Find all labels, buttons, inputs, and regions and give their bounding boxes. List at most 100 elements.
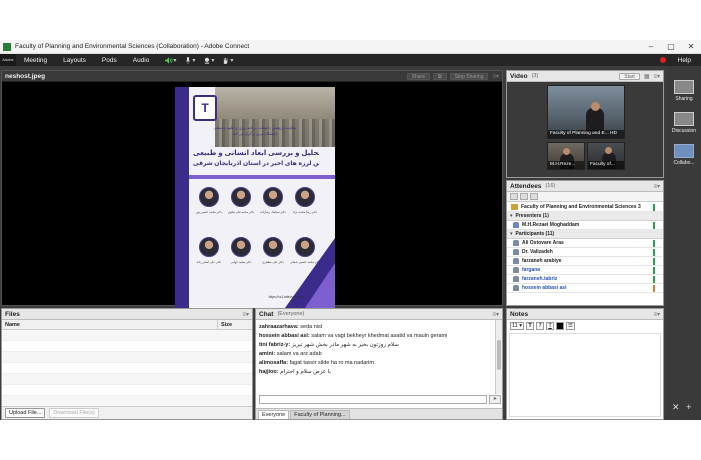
city-photo bbox=[215, 87, 335, 147]
adobe-connect-window: Faculty of Planning and Environmental Sc… bbox=[0, 0, 701, 460]
pod-options-icon[interactable]: ≡▾ bbox=[242, 311, 249, 318]
participant-icon bbox=[513, 276, 519, 282]
adobe-logo: Adobe bbox=[0, 54, 16, 66]
column-header-size[interactable]: Size bbox=[218, 322, 232, 328]
participant-icon bbox=[513, 258, 519, 264]
participant-icon bbox=[513, 267, 519, 273]
chat-sender: zahraazarhava: bbox=[259, 324, 299, 330]
tools-icon[interactable]: ✕ bbox=[672, 402, 680, 412]
upload-file-button[interactable]: Upload File... bbox=[5, 408, 46, 418]
fullscreen-icon[interactable]: ⧉ bbox=[432, 72, 447, 80]
speaker-icon bbox=[165, 56, 173, 64]
files-pod: Files ≡▾ Name Size Upload File... Downlo… bbox=[1, 308, 253, 420]
attendee-row[interactable]: M.H.Rezaei Moghaddam bbox=[507, 221, 663, 230]
speaker-photo bbox=[199, 237, 219, 257]
notes-pod-title: Notes bbox=[510, 310, 529, 318]
italic-button[interactable]: T bbox=[536, 321, 544, 330]
participants-list: Ali Ostovare Aras Dr. Valizadeh farzaneh a… bbox=[507, 239, 663, 293]
video-pod: Video (3) Start ▦ ≡▾ Faculty of Planning… bbox=[506, 70, 664, 178]
chat-input[interactable] bbox=[259, 395, 487, 404]
help-menu[interactable]: Help bbox=[678, 57, 691, 64]
menu-meeting[interactable]: Meeting bbox=[16, 57, 55, 64]
table-row bbox=[2, 385, 252, 396]
attendee-row[interactable]: hossein abbasi asl bbox=[507, 284, 663, 293]
video-tile-main[interactable]: Faculty of Planning and E... HD bbox=[547, 85, 625, 139]
minimize-button[interactable]: – bbox=[641, 42, 661, 51]
bullet-list-icon[interactable]: ☰ bbox=[566, 321, 575, 330]
column-header-name[interactable]: Name bbox=[2, 320, 218, 329]
chat-messages: zahraazarhava: seda nist hossein abbasi a… bbox=[256, 320, 496, 392]
speaker-photo bbox=[231, 237, 251, 257]
chat-sender: tini fabriz-y: bbox=[259, 342, 291, 348]
share-content-area: T معاونت پژوهش دانشکده برنامه ریزی و علو… bbox=[2, 82, 502, 308]
attendee-list: Faculty of Planning and Environmental Sc… bbox=[507, 203, 663, 305]
attendee-row[interactable]: farzaneh.tabriz bbox=[507, 275, 663, 284]
chat-text: fagat tasvir silde ha ro ma nadarim bbox=[288, 360, 374, 366]
pod-options-icon[interactable]: ≡▾ bbox=[492, 73, 499, 80]
notes-pod-header: Notes ≡▾ bbox=[507, 309, 663, 320]
font-size-select[interactable]: 11 ▾ bbox=[510, 321, 524, 330]
layout-sharing[interactable]: Sharing bbox=[670, 80, 698, 102]
menu-bar: Adobe Meeting Layouts Pods Audio ▾ ▾ ▾ ▾… bbox=[0, 54, 701, 66]
chat-scrollbar[interactable] bbox=[495, 320, 502, 394]
attendee-row[interactable]: fargana bbox=[507, 266, 663, 275]
send-icon[interactable]: ➤ bbox=[489, 395, 501, 404]
breakout-icon[interactable] bbox=[530, 193, 538, 200]
pod-options-icon[interactable]: ≡▾ bbox=[653, 311, 660, 318]
bold-button[interactable]: T bbox=[526, 321, 534, 330]
download-file-button[interactable]: Download File(s) bbox=[49, 408, 99, 418]
start-webcam-button[interactable]: Start bbox=[619, 72, 640, 80]
tab-everyone[interactable]: Everyone bbox=[258, 410, 290, 419]
layout-collaboration[interactable]: Collabo... bbox=[670, 144, 698, 166]
files-footer: Upload File... Download File(s) bbox=[2, 406, 252, 419]
presenters-group[interactable]: ▾ Presenters (1) bbox=[507, 212, 663, 221]
menu-pods[interactable]: Pods bbox=[94, 57, 125, 64]
speaker-control[interactable]: ▾ bbox=[165, 56, 176, 64]
speaker-name: دکتر علی اصغر زاده bbox=[196, 260, 222, 264]
pod-options-icon[interactable]: ≡▾ bbox=[653, 183, 660, 190]
webcam-control[interactable]: ▾ bbox=[203, 57, 214, 64]
chat-text: salam va arz adab bbox=[275, 351, 322, 357]
scrollbar-thumb[interactable] bbox=[497, 340, 501, 370]
tab-private-faculty[interactable]: Faculty of Planning... bbox=[290, 410, 350, 419]
close-button[interactable]: ✕ bbox=[681, 42, 701, 51]
files-rows bbox=[2, 330, 252, 407]
video-count: (3) bbox=[531, 73, 539, 79]
pod-options-icon[interactable]: ≡▾ bbox=[653, 73, 660, 80]
raise-hand-control[interactable]: ▾ bbox=[222, 57, 233, 64]
attendee-host-row[interactable]: Faculty of Planning and Environmental Sc… bbox=[507, 203, 663, 212]
menu-audio[interactable]: Audio bbox=[125, 57, 158, 64]
text-color-button[interactable] bbox=[556, 321, 564, 330]
video-tile-faculty[interactable]: Faculty of... bbox=[587, 142, 625, 170]
underline-button[interactable]: T bbox=[546, 321, 554, 330]
maximize-button[interactable]: ▢ bbox=[661, 42, 681, 51]
share-pod-header: neshost.jpeg Share ⧉ Stop Sharing ≡▾ bbox=[2, 71, 502, 82]
attendee-row[interactable]: farzaneh arabiye bbox=[507, 257, 663, 266]
participants-group[interactable]: ▾ Participants (11) bbox=[507, 230, 663, 239]
video-pod-title: Video bbox=[510, 72, 528, 80]
files-table: Name Size bbox=[2, 320, 252, 407]
attendee-name: hossein abbasi asl bbox=[522, 285, 567, 291]
notes-editor[interactable] bbox=[509, 333, 661, 417]
menu-layouts[interactable]: Layouts bbox=[55, 57, 94, 64]
layout-discussion[interactable]: Discussion bbox=[670, 112, 698, 134]
status-view-icon[interactable] bbox=[520, 193, 528, 200]
recording-indicator-icon[interactable] bbox=[659, 57, 666, 63]
grid-view-icon[interactable]: ▦ bbox=[644, 73, 650, 80]
attendee-row[interactable]: Dr. Valizadeh bbox=[507, 248, 663, 257]
share-button[interactable]: Share bbox=[406, 72, 430, 80]
stop-sharing-button[interactable]: Stop Sharing bbox=[449, 72, 489, 80]
add-layout-icon[interactable]: + bbox=[686, 402, 691, 412]
list-view-icon[interactable] bbox=[510, 193, 518, 200]
attendee-row[interactable]: Ali Ostovare Aras bbox=[507, 239, 663, 248]
video-tile-presenter[interactable]: M.H.Reze... bbox=[547, 142, 585, 170]
status-indicator bbox=[653, 266, 655, 274]
microphone-control[interactable]: ▾ bbox=[184, 56, 195, 64]
collapse-icon: ▾ bbox=[510, 231, 513, 237]
participant-icon bbox=[513, 285, 519, 291]
chat-sender: alimosaffa: bbox=[259, 360, 289, 366]
files-pod-header: Files ≡▾ bbox=[2, 309, 252, 320]
notes-toolbar: 11 ▾ T T T ☰ bbox=[507, 320, 663, 331]
pod-options-icon[interactable]: ≡▾ bbox=[492, 311, 499, 318]
video-pod-header: Video (3) Start ▦ ≡▾ bbox=[507, 71, 663, 82]
